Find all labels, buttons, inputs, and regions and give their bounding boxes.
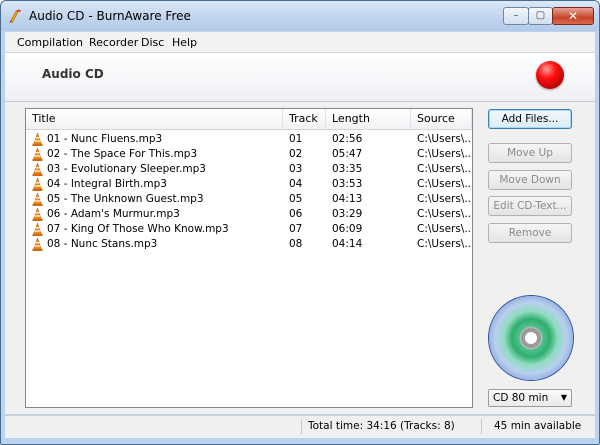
cell-source: C:\Users\... [417, 133, 472, 145]
cell-length: 04:14 [332, 238, 363, 250]
page-title: Audio CD [42, 67, 104, 81]
burnaware-flame-icon [9, 9, 21, 24]
cell-track: 08 [289, 238, 303, 250]
cell-title: 06 - Adam's Murmur.mp3 [47, 208, 180, 220]
column-source[interactable]: Source [411, 109, 472, 129]
table-row[interactable]: 07 - King Of Those Who Know.mp3 07 06:09 C:… [26, 222, 472, 237]
cell-title: 03 - Evolutionary Sleeper.mp3 [47, 163, 206, 175]
maximize-button[interactable]: ▢ [528, 7, 553, 25]
column-length[interactable]: Length [326, 109, 411, 129]
cell-length: 02:56 [332, 133, 363, 145]
cell-source: C:\Users\... [417, 148, 472, 160]
menu-compilation[interactable]: Compilation [17, 36, 83, 49]
cell-track: 03 [289, 163, 303, 175]
column-track[interactable]: Track [283, 109, 326, 129]
cell-length: 06:09 [332, 223, 363, 235]
table-row[interactable]: 05 - The Unknown Guest.mp3 05 04:13 C:\User… [26, 192, 472, 207]
cell-title: 02 - The Space For This.mp3 [47, 148, 198, 160]
menu-disc[interactable]: Disc [141, 36, 164, 49]
status-bar: Total time: 34:16 (Tracks: 8) 45 min ava… [5, 415, 595, 438]
cell-length: 03:35 [332, 163, 363, 175]
table-row[interactable]: 02 - The Space For This.mp3 02 05:47 C:\Use… [26, 147, 472, 162]
cell-title: 07 - King Of Those Who Know.mp3 [47, 223, 229, 235]
audio-file-icon [32, 208, 43, 221]
minimize-button[interactable]: – [503, 7, 529, 25]
table-row[interactable]: 04 - Integral Birth.mp3 04 03:53 C:\Users\.… [26, 177, 472, 192]
move-up-button[interactable]: Move Up [488, 143, 572, 163]
title-bar[interactable]: Audio CD - BurnAware Free – ▢ ✕ [1, 1, 599, 31]
cell-title: 01 - Nunc Fluens.mp3 [47, 133, 163, 145]
main-content: Title Track Length Source 01 - Nunc Flue… [5, 102, 595, 414]
audio-file-icon [32, 133, 43, 146]
cell-length: 03:29 [332, 208, 363, 220]
cell-length: 05:47 [332, 148, 363, 160]
status-available: 45 min available [481, 419, 595, 434]
table-row[interactable]: 08 - Nunc Stans.mp3 08 04:14 C:\Users\... [26, 237, 472, 252]
cell-track: 06 [289, 208, 303, 220]
close-button[interactable]: ✕ [552, 7, 594, 25]
cell-title: 04 - Integral Birth.mp3 [47, 178, 167, 190]
menu-bar: Compilation Recorder Disc Help [5, 32, 595, 53]
cell-title: 08 - Nunc Stans.mp3 [47, 238, 158, 250]
audio-file-icon [32, 148, 43, 161]
move-down-button[interactable]: Move Down [488, 170, 572, 190]
cell-source: C:\Users\... [417, 223, 472, 235]
track-list[interactable]: Title Track Length Source 01 - Nunc Flue… [25, 108, 473, 408]
column-title[interactable]: Title [26, 109, 283, 129]
cell-length: 03:53 [332, 178, 363, 190]
compilation-header: Audio CD [5, 53, 595, 102]
audio-file-icon [32, 178, 43, 191]
status-total-time: Total time: 34:16 (Tracks: 8) [301, 419, 481, 434]
cell-track: 01 [289, 133, 303, 145]
table-row[interactable]: 03 - Evolutionary Sleeper.mp3 03 03:35 C:\U… [26, 162, 472, 177]
cell-title: 05 - The Unknown Guest.mp3 [47, 193, 204, 205]
cell-source: C:\Users\... [417, 208, 472, 220]
add-files-button[interactable]: Add Files... [488, 109, 572, 129]
chevron-down-icon: ▼ [560, 393, 567, 402]
menu-recorder[interactable]: Recorder [89, 36, 138, 49]
audio-file-icon [32, 223, 43, 236]
edit-cd-text-button[interactable]: Edit CD-Text... [488, 196, 572, 216]
burn-button[interactable] [536, 61, 564, 89]
remove-button[interactable]: Remove [488, 223, 572, 243]
disc-capacity-icon [489, 296, 573, 380]
track-list-header: Title Track Length Source [26, 109, 472, 130]
table-row[interactable]: 06 - Adam's Murmur.mp3 06 03:29 C:\Users\..… [26, 207, 472, 222]
audio-file-icon [32, 238, 43, 251]
cell-track: 05 [289, 193, 303, 205]
status-empty-pane [5, 419, 305, 434]
cell-source: C:\Users\... [417, 238, 472, 250]
disc-hub [525, 332, 537, 344]
menu-help[interactable]: Help [172, 36, 197, 49]
cell-source: C:\Users\... [417, 178, 472, 190]
audio-file-icon [32, 163, 43, 176]
app-window: Audio CD - BurnAware Free – ▢ ✕ Compilat… [0, 0, 600, 445]
cell-track: 07 [289, 223, 303, 235]
cell-track: 04 [289, 178, 303, 190]
disc-size-select[interactable]: CD 80 min ▼ [488, 389, 572, 407]
audio-file-icon [32, 193, 43, 206]
cell-source: C:\Users\... [417, 163, 472, 175]
table-row[interactable]: 01 - Nunc Fluens.mp3 01 02:56 C:\Users\... [26, 132, 472, 147]
cell-track: 02 [289, 148, 303, 160]
disc-size-value: CD 80 min [493, 392, 549, 404]
cell-length: 04:13 [332, 193, 363, 205]
cell-source: C:\Users\... [417, 193, 472, 205]
window-title: Audio CD - BurnAware Free [29, 9, 191, 23]
